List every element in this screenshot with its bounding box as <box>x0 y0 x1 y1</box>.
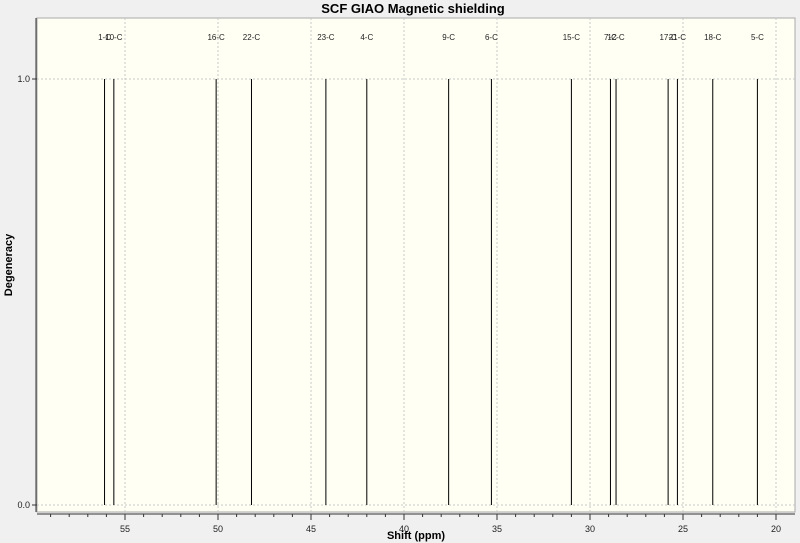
peak-label: 23-C <box>317 33 335 42</box>
nmr-chart: SCF GIAO Magnetic shielding 55 50 45 40 35 30… <box>3 1 796 542</box>
peak-label: 22-C <box>243 33 261 42</box>
peak-label: 15-C <box>563 33 581 42</box>
peak-label: 4-C <box>360 33 373 42</box>
peak-label: 18-C <box>704 33 722 42</box>
y-tick-label: 1.0 <box>17 74 30 84</box>
x-tick-label: 45 <box>306 524 316 534</box>
peak-label: 5-C <box>751 33 764 42</box>
y-axis-label: Degeneracy <box>3 233 15 296</box>
x-axis-label: Shift (ppm) <box>387 530 445 542</box>
x-tick-label: 35 <box>492 524 502 534</box>
peak-label: 21-C <box>669 33 687 42</box>
peak-label: 10-C <box>105 33 123 42</box>
chart-title: SCF GIAO Magnetic shielding <box>321 1 505 16</box>
peak-label: 12-C <box>607 33 625 42</box>
x-tick-label: 30 <box>585 524 595 534</box>
peak-label: 9-C <box>442 33 455 42</box>
x-tick-label: 25 <box>678 524 688 534</box>
peak-label: 16-C <box>207 33 225 42</box>
x-tick-label: 20 <box>771 524 781 534</box>
plot-area <box>36 17 796 513</box>
x-tick-label: 55 <box>120 524 130 534</box>
peak-label: 6-C <box>485 33 498 42</box>
x-tick-label: 50 <box>213 524 223 534</box>
y-tick-label: 0.0 <box>17 500 30 510</box>
